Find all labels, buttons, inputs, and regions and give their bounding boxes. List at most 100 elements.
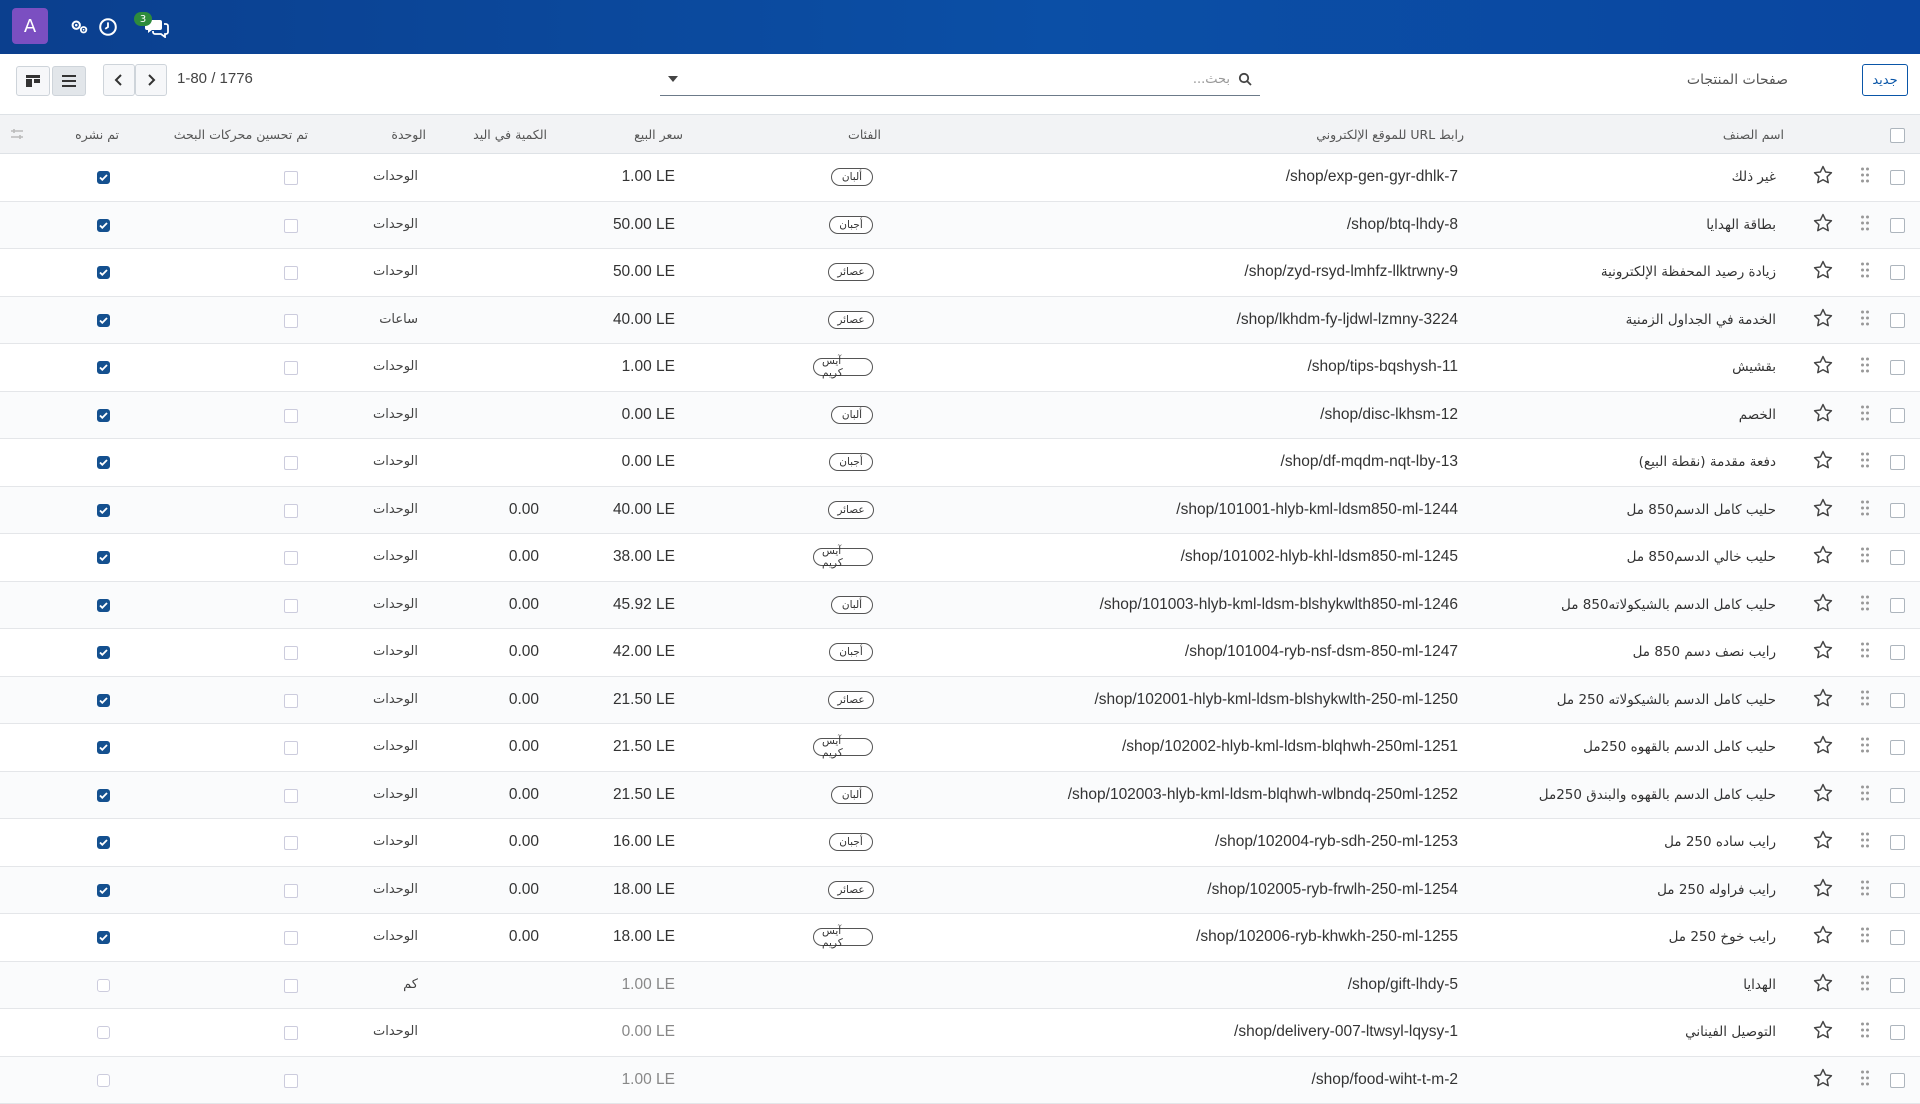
- published-checkbox[interactable]: [97, 884, 110, 897]
- table-row[interactable]: رايب فراوله 250 مل/shop/102005-ryb-frwlh…: [0, 867, 1920, 915]
- seo-optimized-checkbox[interactable]: [284, 1026, 298, 1040]
- favorite-star-icon[interactable]: [1812, 734, 1834, 756]
- row-select-checkbox[interactable]: [1890, 645, 1905, 660]
- pager-next-button[interactable]: [135, 64, 167, 96]
- search-icon[interactable]: [1238, 72, 1252, 86]
- seo-optimized-checkbox[interactable]: [284, 361, 298, 375]
- table-row[interactable]: حليب كامل الدسم بالقهوه والبندق 250مل/sh…: [0, 772, 1920, 820]
- favorite-star-icon[interactable]: [1812, 592, 1834, 614]
- row-select-checkbox[interactable]: [1890, 550, 1905, 565]
- row-select-checkbox[interactable]: [1890, 788, 1905, 803]
- published-checkbox[interactable]: [97, 979, 110, 992]
- drag-handle-icon[interactable]: [1860, 166, 1870, 184]
- select-all-checkbox[interactable]: [1890, 128, 1905, 143]
- seo-optimized-checkbox[interactable]: [284, 504, 298, 518]
- row-select-checkbox[interactable]: [1890, 930, 1905, 945]
- table-row[interactable]: حليب خالي الدسم850 مل/shop/101002-hlyb-k…: [0, 534, 1920, 582]
- table-row[interactable]: التوصيل الفيناني/shop/delivery-007-ltwsy…: [0, 1009, 1920, 1057]
- seo-optimized-checkbox[interactable]: [284, 409, 298, 423]
- favorite-star-icon[interactable]: [1812, 544, 1834, 566]
- kanban-view-button[interactable]: [16, 66, 50, 96]
- table-row[interactable]: حليب كامل الدسم بالشيكولاته 250 مل/shop/…: [0, 677, 1920, 725]
- drag-handle-icon[interactable]: [1860, 499, 1870, 517]
- row-select-checkbox[interactable]: [1890, 313, 1905, 328]
- favorite-star-icon[interactable]: [1812, 877, 1834, 899]
- table-row[interactable]: رايب خوخ 250 مل/shop/102006-ryb-khwkh-25…: [0, 914, 1920, 962]
- row-select-checkbox[interactable]: [1890, 408, 1905, 423]
- row-select-checkbox[interactable]: [1890, 218, 1905, 233]
- drag-handle-icon[interactable]: [1860, 784, 1870, 802]
- seo-optimized-checkbox[interactable]: [284, 836, 298, 850]
- seo-optimized-checkbox[interactable]: [284, 884, 298, 898]
- table-row[interactable]: رايب نصف دسم 850 مل/shop/101004-ryb-nsf-…: [0, 629, 1920, 677]
- table-row[interactable]: دفعة مقدمة (نقطة البيع)/shop/df-mqdm-nqt…: [0, 439, 1920, 487]
- seo-optimized-checkbox[interactable]: [284, 1074, 298, 1088]
- table-row[interactable]: الخصم/shop/disc-lkhsm-12ألبان0.00 LEالوح…: [0, 392, 1920, 440]
- favorite-star-icon[interactable]: [1812, 259, 1834, 281]
- seo-optimized-checkbox[interactable]: [284, 599, 298, 613]
- drag-handle-icon[interactable]: [1860, 1069, 1870, 1087]
- table-row[interactable]: حليب كامل الدسم850 مل/shop/101001-hlyb-k…: [0, 487, 1920, 535]
- published-checkbox[interactable]: [97, 1026, 110, 1039]
- row-select-checkbox[interactable]: [1890, 598, 1905, 613]
- drag-handle-icon[interactable]: [1860, 451, 1870, 469]
- published-checkbox[interactable]: [97, 171, 110, 184]
- drag-handle-icon[interactable]: [1860, 404, 1870, 422]
- drag-handle-icon[interactable]: [1860, 689, 1870, 707]
- table-row[interactable]: الخدمة في الجداول الزمنية/shop/lkhdm-fy-…: [0, 297, 1920, 345]
- favorite-star-icon[interactable]: [1812, 212, 1834, 234]
- favorite-star-icon[interactable]: [1812, 449, 1834, 471]
- drag-handle-icon[interactable]: [1860, 831, 1870, 849]
- drag-handle-icon[interactable]: [1860, 879, 1870, 897]
- seo-optimized-checkbox[interactable]: [284, 266, 298, 280]
- seo-optimized-checkbox[interactable]: [284, 741, 298, 755]
- row-select-checkbox[interactable]: [1890, 740, 1905, 755]
- table-row[interactable]: الهدايا/shop/gift-lhdy-51.00 LEكم: [0, 962, 1920, 1010]
- pager-value[interactable]: 1-80 / 1776: [177, 70, 253, 87]
- column-header-name[interactable]: اسم الصنف: [1723, 127, 1784, 142]
- row-select-checkbox[interactable]: [1890, 265, 1905, 280]
- clock-icon[interactable]: [97, 16, 119, 38]
- search-input[interactable]: بحث...: [660, 62, 1260, 96]
- row-select-checkbox[interactable]: [1890, 1025, 1905, 1040]
- published-checkbox[interactable]: [97, 551, 110, 564]
- optional-columns-icon[interactable]: [10, 127, 24, 141]
- favorite-star-icon[interactable]: [1812, 354, 1834, 376]
- search-options-toggle-icon[interactable]: [668, 76, 678, 82]
- row-select-checkbox[interactable]: [1890, 883, 1905, 898]
- table-row[interactable]: غير ذلك/shop/exp-gen-gyr-dhlk-7ألبان1.00…: [0, 154, 1920, 202]
- published-checkbox[interactable]: [97, 1074, 110, 1087]
- favorite-star-icon[interactable]: [1812, 639, 1834, 661]
- seo-optimized-checkbox[interactable]: [284, 171, 298, 185]
- drag-handle-icon[interactable]: [1860, 736, 1870, 754]
- drag-handle-icon[interactable]: [1860, 594, 1870, 612]
- drag-handle-icon[interactable]: [1860, 546, 1870, 564]
- published-checkbox[interactable]: [97, 741, 110, 754]
- drag-handle-icon[interactable]: [1860, 356, 1870, 374]
- row-select-checkbox[interactable]: [1890, 978, 1905, 993]
- table-row[interactable]: زيادة رصيد المحفظة الإلكترونية/shop/zyd-…: [0, 249, 1920, 297]
- published-checkbox[interactable]: [97, 314, 110, 327]
- column-header-seo-optimized[interactable]: تم تحسين محركات البحث: [174, 127, 308, 142]
- favorite-star-icon[interactable]: [1812, 497, 1834, 519]
- seo-optimized-checkbox[interactable]: [284, 931, 298, 945]
- drag-handle-icon[interactable]: [1860, 214, 1870, 232]
- published-checkbox[interactable]: [97, 456, 110, 469]
- published-checkbox[interactable]: [97, 361, 110, 374]
- favorite-star-icon[interactable]: [1812, 1019, 1834, 1041]
- seo-optimized-checkbox[interactable]: [284, 456, 298, 470]
- column-header-url[interactable]: رابط URL للموقع الإلكتروني: [1316, 127, 1464, 142]
- drag-handle-icon[interactable]: [1860, 261, 1870, 279]
- published-checkbox[interactable]: [97, 266, 110, 279]
- published-checkbox[interactable]: [97, 646, 110, 659]
- seo-optimized-checkbox[interactable]: [284, 694, 298, 708]
- new-button[interactable]: جديد: [1862, 64, 1908, 96]
- drag-handle-icon[interactable]: [1860, 974, 1870, 992]
- drag-handle-icon[interactable]: [1860, 641, 1870, 659]
- favorite-star-icon[interactable]: [1812, 1067, 1834, 1089]
- column-header-uom[interactable]: الوحدة: [391, 127, 426, 142]
- favorite-star-icon[interactable]: [1812, 402, 1834, 424]
- favorite-star-icon[interactable]: [1812, 687, 1834, 709]
- seo-optimized-checkbox[interactable]: [284, 314, 298, 328]
- favorite-star-icon[interactable]: [1812, 782, 1834, 804]
